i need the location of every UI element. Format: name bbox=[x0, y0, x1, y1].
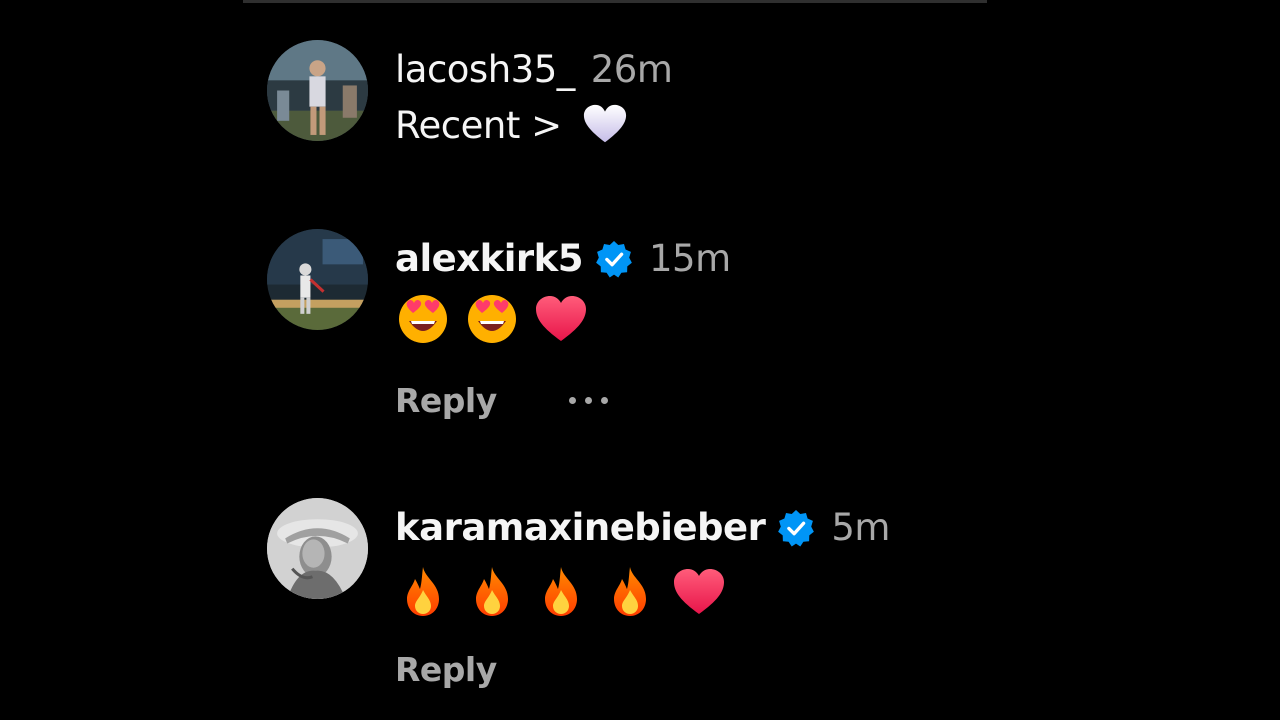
top-divider bbox=[243, 0, 987, 3]
verified-badge-icon bbox=[595, 240, 633, 278]
more-options-icon[interactable] bbox=[568, 397, 608, 404]
reply-button[interactable]: Reply bbox=[395, 650, 497, 689]
comment-header: karamaxinebieber 5m bbox=[395, 506, 890, 549]
username-link[interactable]: alexkirk5 bbox=[395, 237, 584, 280]
red-heart-icon bbox=[533, 291, 589, 347]
avatar[interactable] bbox=[267, 498, 368, 599]
comment-body: Recent > bbox=[395, 103, 562, 147]
comment-actions: Reply bbox=[395, 381, 608, 420]
comment-actions: Reply bbox=[395, 650, 497, 689]
stadium-photo-avatar-icon bbox=[267, 40, 368, 141]
baseball-player-avatar-icon bbox=[267, 229, 368, 330]
comment-header: alexkirk5 15m bbox=[395, 237, 731, 280]
portrait-photo-avatar-icon bbox=[267, 498, 368, 599]
timestamp[interactable]: 15m bbox=[649, 237, 731, 280]
comment-text bbox=[395, 564, 740, 620]
username-link[interactable]: lacosh35_ bbox=[395, 48, 575, 91]
fire-icon bbox=[464, 564, 520, 620]
avatar[interactable] bbox=[267, 229, 368, 330]
reply-button[interactable]: Reply bbox=[395, 381, 497, 420]
timestamp[interactable]: 26m bbox=[591, 48, 673, 91]
heart-eyes-icon bbox=[395, 291, 451, 347]
verified-badge-icon bbox=[777, 509, 815, 547]
avatar[interactable] bbox=[267, 40, 368, 141]
white-heart-icon bbox=[582, 102, 628, 148]
comment-header: lacosh35_ 26m bbox=[395, 48, 673, 91]
fire-icon bbox=[533, 564, 589, 620]
fire-icon bbox=[395, 564, 451, 620]
comment-text bbox=[395, 291, 602, 347]
username-link[interactable]: karamaxinebieber bbox=[395, 506, 766, 549]
red-heart-icon bbox=[671, 564, 727, 620]
timestamp[interactable]: 5m bbox=[831, 506, 890, 549]
heart-eyes-icon bbox=[464, 291, 520, 347]
fire-icon bbox=[602, 564, 658, 620]
comment-text: Recent > bbox=[395, 102, 651, 148]
